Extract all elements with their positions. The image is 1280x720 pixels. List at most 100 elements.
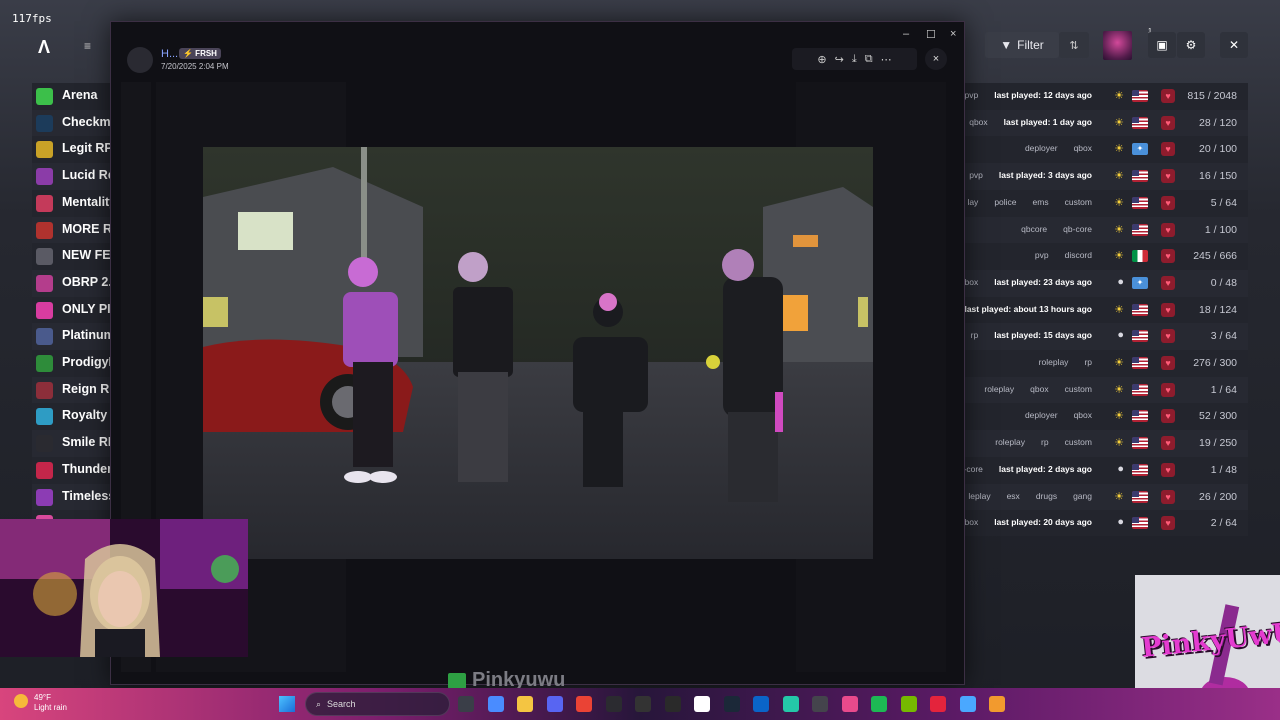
outlook-icon[interactable]: [753, 696, 769, 712]
steam-icon[interactable]: [723, 696, 740, 712]
server-tags: deployer qbox: [1021, 142, 1096, 154]
start-button[interactable]: [279, 696, 295, 712]
more-icon[interactable]: ⋯: [881, 53, 892, 66]
server-tags: qbcore qb-core: [1017, 223, 1096, 235]
player-count: 28 / 120: [1199, 116, 1237, 129]
controller-icon[interactable]: [812, 696, 828, 712]
app-icon[interactable]: [605, 696, 622, 712]
favorite-heart-icon[interactable]: ♥: [1161, 195, 1175, 210]
file-explorer-icon[interactable]: [517, 696, 533, 712]
nvidia-icon[interactable]: [900, 696, 917, 712]
globe-icon: ●: [1117, 329, 1124, 342]
favorite-heart-icon[interactable]: ♥: [1161, 302, 1175, 317]
globe-icon: ●: [1117, 275, 1124, 288]
search-placeholder: Search: [327, 699, 356, 709]
last-played: last played: 23 days ago: [994, 276, 1092, 287]
favorite-heart-icon[interactable]: ♥: [1161, 462, 1175, 477]
taskbar-search[interactable]: ⌕ Search: [305, 692, 450, 716]
flag-it-icon: [1132, 250, 1148, 263]
desktop-icon[interactable]: [959, 696, 976, 712]
forward-icon[interactable]: ↪: [835, 53, 844, 66]
weather-condition: Light rain: [34, 703, 67, 712]
app2-icon[interactable]: [930, 696, 946, 712]
server-tag: roleplay: [984, 383, 1015, 394]
github-icon[interactable]: [694, 696, 710, 712]
close-app-button[interactable]: ✕: [1220, 32, 1248, 58]
favorite-heart-icon[interactable]: ♥: [1161, 409, 1175, 424]
flag-us-icon: [1132, 116, 1148, 129]
task-view-icon[interactable]: [458, 696, 474, 712]
server-tag: custom: [1064, 383, 1092, 394]
sort-button[interactable]: ⇅: [1059, 32, 1089, 58]
download-icon[interactable]: ⤓: [852, 53, 857, 66]
chrome-icon[interactable]: [576, 696, 592, 712]
open-external-icon[interactable]: ⧉: [865, 53, 873, 66]
favorite-heart-icon[interactable]: ♥: [1161, 329, 1175, 344]
favorite-heart-icon[interactable]: ♥: [1161, 89, 1175, 103]
maps-icon[interactable]: [841, 696, 858, 712]
window-close-button[interactable]: ×: [950, 28, 956, 40]
favorite-heart-icon[interactable]: ♥: [1161, 516, 1175, 531]
server-tags: deployer qbox: [1021, 409, 1096, 421]
gear-icon: ⚙: [1185, 38, 1197, 52]
favorite-heart-icon[interactable]: ♥: [1161, 115, 1175, 130]
obs-icon[interactable]: [635, 696, 651, 712]
server-tag: deployer: [1024, 143, 1058, 154]
favorite-heart-icon[interactable]: ♥: [1161, 249, 1175, 264]
favorite-heart-icon[interactable]: ♥: [1161, 356, 1175, 370]
last-played: last played: 12 days ago: [994, 90, 1092, 100]
discord-icon[interactable]: [546, 696, 563, 712]
minimize-button[interactable]: –: [903, 28, 909, 40]
favorite-heart-icon[interactable]: ♥: [1161, 169, 1175, 184]
fps-counter: 117fps: [12, 12, 52, 25]
game-icon[interactable]: [782, 696, 799, 712]
server-icon: [36, 221, 53, 239]
favorite-heart-icon[interactable]: ♥: [1161, 436, 1175, 451]
filter-button[interactable]: ▼ Filter: [985, 32, 1059, 58]
flag-us-icon: [1132, 303, 1148, 316]
zoom-in-icon[interactable]: ⊕: [817, 53, 826, 66]
epic-icon[interactable]: [664, 696, 681, 712]
favorite-heart-icon[interactable]: ♥: [1161, 222, 1175, 237]
altv-icon[interactable]: [989, 696, 1005, 712]
app-logo-icon[interactable]: Λ: [38, 37, 50, 58]
queue-button[interactable]: ▣: [1148, 32, 1176, 58]
favorite-heart-icon[interactable]: ♥: [1161, 142, 1175, 157]
server-tag: rp: [1084, 357, 1092, 367]
spotify-icon[interactable]: [871, 696, 887, 712]
player-count: 0 / 48: [1210, 276, 1237, 289]
flag-us-icon: [1132, 357, 1148, 369]
favorite-heart-icon[interactable]: ♥: [1161, 275, 1175, 290]
webcam-feed: [0, 519, 248, 657]
server-tags: leplay esx drugs gang: [964, 490, 1096, 502]
sun-icon: ☀: [1114, 410, 1124, 423]
server-tag: qbox: [1030, 383, 1049, 394]
server-name: Royalty I: [62, 408, 115, 423]
favorite-heart-icon[interactable]: ♥: [1161, 382, 1175, 397]
menu-icon[interactable]: ≡: [84, 39, 91, 53]
server-icon: [36, 461, 53, 479]
sun-icon: ☀: [1114, 303, 1124, 316]
sun-icon: ☀: [1114, 196, 1124, 209]
maximize-button[interactable]: ☐: [926, 28, 936, 41]
viewer-toolbar: ⊕ ↪ ⤓ ⧉ ⋯: [792, 48, 917, 70]
server-tags: qbox last played: 23 days ago: [956, 276, 1096, 288]
author-name[interactable]: H...: [161, 48, 178, 60]
copilot-icon[interactable]: [487, 696, 504, 712]
author-avatar[interactable]: [127, 47, 153, 73]
server-tags: lay police ems custom: [963, 196, 1096, 208]
server-tag: rp: [970, 330, 979, 341]
user-avatar[interactable]: [1103, 31, 1132, 60]
sun-icon: ☀: [1114, 116, 1124, 129]
viewed-image[interactable]: [203, 147, 873, 559]
sun-icon: ☀: [1114, 90, 1124, 102]
favorite-heart-icon[interactable]: ♥: [1161, 489, 1175, 504]
last-played: last played: 2 days ago: [998, 463, 1092, 474]
player-count: 26 / 200: [1199, 490, 1237, 503]
server-tag: gang: [1073, 490, 1092, 501]
globe-icon: ●: [1117, 462, 1124, 475]
viewer-close-button[interactable]: ×: [925, 48, 947, 70]
server-icon: [36, 194, 53, 212]
settings-button[interactable]: ⚙: [1177, 32, 1205, 58]
server-tag: police: [994, 196, 1017, 207]
